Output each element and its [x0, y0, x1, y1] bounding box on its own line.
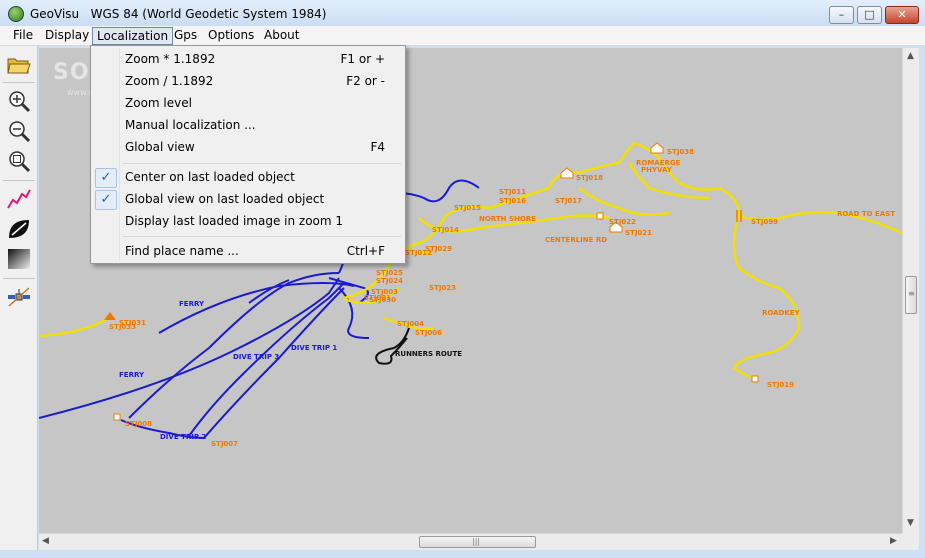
menu-separator	[123, 236, 401, 237]
label-stj012: STJ012	[405, 249, 432, 257]
horizontal-scrollbar[interactable]: ◀ ||| ▶	[39, 533, 902, 550]
label-ferry-2: FERRY	[119, 371, 145, 379]
label-dive-trip-1: DIVE TRIP 1	[291, 344, 337, 352]
label-ferry-1: FERRY	[179, 300, 205, 308]
label-road-to-east: ROAD TO EAST	[837, 210, 895, 218]
menu-file[interactable]: File	[9, 27, 37, 45]
label-stj033: STJ033	[109, 323, 136, 331]
label-stj016: STJ016	[499, 197, 526, 205]
label-stj025: STJ025	[376, 269, 403, 277]
label-stj022: STJ022	[609, 218, 636, 226]
scroll-left-arrow-icon[interactable]: ◀	[42, 536, 49, 546]
label-stj006: STJ006	[415, 329, 442, 337]
zoom-fit-icon[interactable]	[6, 148, 32, 174]
label-stj030: STJ030	[369, 296, 396, 304]
globe-icon	[8, 6, 24, 22]
open-folder-icon[interactable]	[6, 52, 32, 78]
window-bottom-border	[0, 550, 925, 558]
shape-icon[interactable]	[6, 216, 32, 242]
scroll-up-arrow-icon[interactable]: ▲	[907, 51, 914, 61]
grip-icon: ≡	[908, 289, 915, 298]
label-stj038: STJ038	[667, 148, 694, 156]
label-centerline-rd: CENTERLINE RD	[545, 236, 607, 244]
label-stj008: STJ008	[125, 420, 152, 428]
left-toolbar	[0, 46, 38, 551]
label-stj007: STJ007	[211, 440, 238, 448]
label-stj021: STJ021	[625, 229, 652, 237]
menu-item-zoom-level[interactable]: Zoom level	[93, 93, 403, 115]
window-title: GeoVisu WGS 84 (World Geodetic System 19…	[30, 7, 327, 21]
scroll-right-arrow-icon[interactable]: ▶	[890, 536, 897, 546]
track-icon[interactable]	[6, 186, 32, 212]
label-stj018: STJ018	[576, 174, 603, 182]
check-icon: ✓	[95, 168, 117, 188]
horizontal-scroll-thumb[interactable]: |||	[419, 536, 536, 548]
label-stj019: STJ019	[767, 381, 794, 389]
label-stj015: STJ015	[454, 204, 481, 212]
gradient-icon[interactable]	[6, 246, 32, 272]
label-runners-route: RUNNERS ROUTE	[395, 350, 462, 358]
minimize-button[interactable]: –	[829, 6, 854, 24]
zoom-out-icon[interactable]	[6, 118, 32, 144]
label-stj099: STJ099	[751, 218, 778, 226]
runners-route-track	[375, 327, 410, 365]
label-stj004: STJ004	[397, 320, 424, 328]
menu-item-global-view-last-object[interactable]: ✓ Global view on last loaded object	[93, 189, 403, 211]
label-phyvay: PHYVAY	[641, 166, 673, 174]
label-stj023: STJ023	[429, 284, 456, 292]
menu-separator	[123, 163, 401, 164]
label-dive-trip-2: DIVE TRIP 2	[160, 433, 206, 441]
menu-about[interactable]: About	[260, 27, 303, 45]
grip-icon: |||	[472, 537, 481, 546]
menu-gps[interactable]: Gps	[170, 27, 201, 45]
scroll-down-arrow-icon[interactable]: ▼	[907, 518, 914, 528]
label-stj014: STJ014	[432, 226, 459, 234]
menu-item-zoom-out[interactable]: Zoom / 1.1892 F2 or -	[93, 71, 403, 93]
close-button[interactable]: ✕	[885, 6, 919, 24]
scroll-corner	[902, 533, 919, 550]
check-icon: ✓	[95, 190, 117, 210]
menu-bar: File Display Localization Gps Options Ab…	[0, 26, 925, 46]
menu-item-global-view[interactable]: Global view F4	[93, 137, 403, 159]
menu-item-manual-localization[interactable]: Manual localization ...	[93, 115, 403, 137]
title-bar: GeoVisu WGS 84 (World Geodetic System 19…	[0, 0, 925, 28]
menu-item-center-last-object[interactable]: ✓ Center on last loaded object	[93, 167, 403, 189]
label-dive-trip-3: DIVE TRIP 3	[233, 353, 279, 361]
label-roadkey: ROADKEY	[762, 309, 801, 317]
label-north-shore: NORTH SHORE	[479, 215, 536, 223]
menu-localization[interactable]: Localization	[92, 27, 174, 45]
menu-item-display-last-image[interactable]: Display last loaded image in zoom 1	[93, 211, 403, 233]
label-stj017: STJ017	[555, 197, 582, 205]
zoom-in-icon[interactable]	[6, 88, 32, 114]
vertical-scrollbar[interactable]: ▲ ≡ ▼	[902, 48, 919, 533]
menu-display[interactable]: Display	[41, 27, 93, 45]
menu-item-find-place-name[interactable]: Find place name ... Ctrl+F	[93, 241, 403, 263]
menu-options[interactable]: Options	[204, 27, 258, 45]
label-stj011: STJ011	[499, 188, 526, 196]
maximize-button[interactable]: □	[857, 6, 882, 24]
satellite-icon[interactable]	[6, 284, 32, 310]
label-stj024: STJ024	[376, 277, 403, 285]
menu-item-zoom-in[interactable]: Zoom * 1.1892 F1 or +	[93, 49, 403, 71]
localization-menu: Zoom * 1.1892 F1 or + Zoom / 1.1892 F2 o…	[90, 45, 406, 264]
vertical-scroll-thumb[interactable]: ≡	[905, 276, 917, 314]
